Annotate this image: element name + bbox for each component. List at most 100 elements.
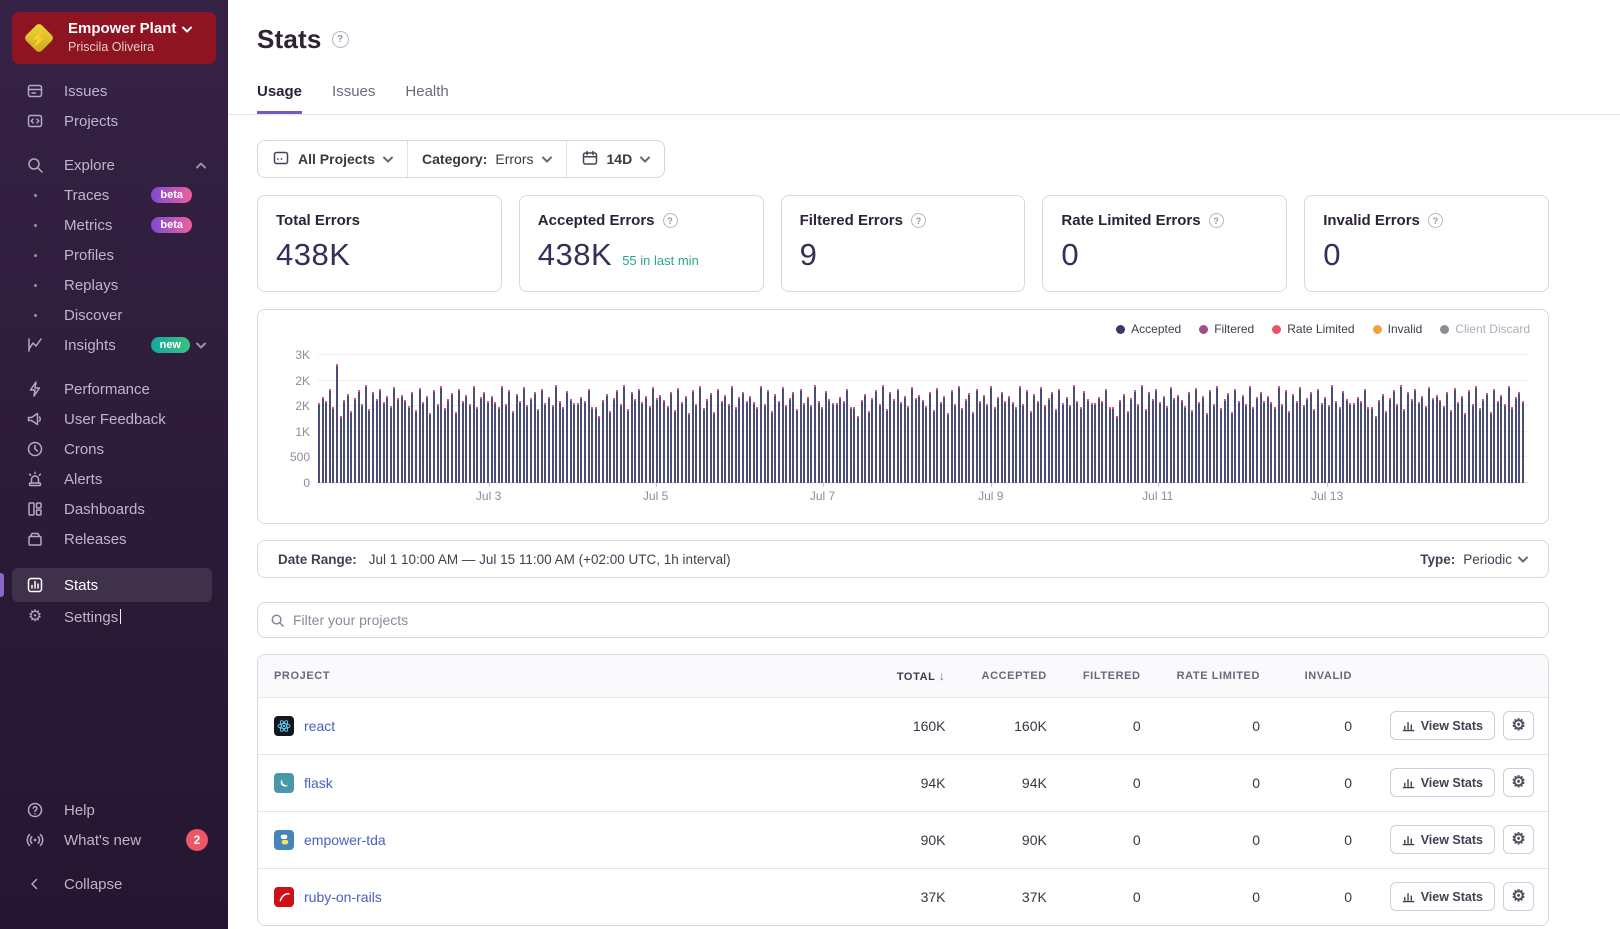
category-dropdown[interactable]: Category: Errors: [407, 141, 565, 177]
project-search-input[interactable]: [293, 612, 1536, 628]
chart-bar: [1123, 394, 1125, 483]
sidebar-item-releases[interactable]: Releases: [0, 524, 228, 554]
project-filter-dropdown[interactable]: All Projects: [258, 141, 407, 177]
column-rate-limited[interactable]: RATE LIMITED: [1159, 655, 1278, 697]
project-settings-button[interactable]: ⚙: [1503, 768, 1534, 797]
chart-plot-area[interactable]: 05001K2K2K3K: [318, 350, 1528, 483]
sidebar-item-issues[interactable]: Issues: [0, 76, 228, 106]
project-settings-button[interactable]: ⚙: [1503, 711, 1534, 740]
sidebar-item-replays[interactable]: Replays: [0, 270, 228, 300]
sidebar-item-label: Collapse: [64, 876, 122, 893]
chart-bar: [1382, 394, 1384, 483]
sidebar-item-alerts[interactable]: Alerts: [0, 464, 228, 494]
legend-rate-limited[interactable]: Rate Limited: [1272, 322, 1354, 336]
sidebar-item-dashboards[interactable]: Dashboards: [0, 494, 228, 524]
chart-bar: [498, 407, 500, 483]
cell-invalid: 0: [1278, 754, 1370, 811]
sidebar-item-profiles[interactable]: Profiles: [0, 240, 228, 270]
view-stats-button[interactable]: View Stats: [1390, 768, 1495, 797]
column-filtered[interactable]: FILTERED: [1065, 655, 1159, 697]
sidebar-item-performance[interactable]: Performance: [0, 374, 228, 404]
chart-bar: [742, 392, 744, 483]
chart-bar: [1055, 409, 1057, 483]
chart-bar: [609, 411, 611, 483]
chart-bar: [390, 406, 392, 483]
chart-bar: [868, 411, 870, 483]
project-link[interactable]: ruby-on-rails: [304, 889, 382, 905]
help-icon[interactable]: ?: [663, 213, 678, 228]
sidebar-item-metrics[interactable]: Metrics beta: [0, 210, 228, 240]
sidebar-item-whats-new[interactable]: What's new 2: [0, 825, 228, 855]
table-row: react 160K 160K 0 0 0 View Stats ⚙: [258, 697, 1548, 754]
chart-bar: [782, 387, 784, 483]
cell-filtered: 0: [1065, 811, 1159, 868]
project-settings-button[interactable]: ⚙: [1503, 882, 1534, 911]
chart-bar: [1231, 412, 1233, 483]
chart-bar: [487, 401, 489, 483]
project-link[interactable]: react: [304, 718, 335, 734]
column-project[interactable]: PROJECT: [258, 655, 859, 697]
project-link[interactable]: flask: [304, 775, 333, 791]
view-stats-button[interactable]: View Stats: [1390, 882, 1495, 911]
chart-bar: [638, 389, 640, 483]
sidebar-item-stats[interactable]: Stats: [0, 568, 228, 602]
column-accepted[interactable]: ACCEPTED: [964, 655, 1065, 697]
legend-accepted[interactable]: Accepted: [1116, 322, 1181, 336]
tab-issues[interactable]: Issues: [332, 83, 375, 114]
chart-bar: [566, 391, 568, 483]
card-title: Rate Limited Errors: [1061, 212, 1200, 229]
tab-usage[interactable]: Usage: [257, 83, 302, 114]
chart-bar: [968, 393, 970, 483]
chart-bar: [1421, 396, 1423, 484]
view-stats-button[interactable]: View Stats: [1390, 711, 1495, 740]
sidebar-item-label: Help: [64, 802, 95, 819]
legend-invalid[interactable]: Invalid: [1373, 322, 1423, 336]
chart-bar: [1152, 399, 1154, 483]
chart-bar: [1141, 385, 1143, 483]
chart-bar: [1206, 413, 1208, 483]
sidebar-item-crons[interactable]: Crons: [0, 434, 228, 464]
chart-bars: [318, 350, 1528, 483]
help-icon[interactable]: ?: [1209, 213, 1224, 228]
help-icon[interactable]: ?: [911, 213, 926, 228]
sidebar-item-user-feedback[interactable]: User Feedback: [0, 404, 228, 434]
chart-bar: [889, 392, 891, 483]
sidebar-item-projects[interactable]: Projects: [0, 106, 228, 136]
sidebar-item-explore[interactable]: Explore: [0, 150, 228, 180]
main-content: Stats ? Usage Issues Health All Projects…: [228, 0, 1620, 929]
project-settings-button[interactable]: ⚙: [1503, 825, 1534, 854]
chart-bar: [559, 401, 561, 483]
type-dropdown[interactable]: Type: Periodic: [1420, 552, 1528, 567]
sidebar-item-discover[interactable]: Discover: [0, 300, 228, 330]
sidebar-item-label: Projects: [64, 113, 118, 130]
column-invalid[interactable]: INVALID: [1278, 655, 1370, 697]
legend-filtered[interactable]: Filtered: [1199, 322, 1254, 336]
chart-bar: [429, 413, 431, 483]
column-total[interactable]: TOTAL ↓: [859, 655, 964, 697]
chart-bar: [451, 393, 453, 483]
project-link[interactable]: empower-tda: [304, 832, 386, 848]
sidebar-item-traces[interactable]: Traces beta: [0, 180, 228, 210]
org-switcher[interactable]: ⚡ Empower Plant Priscila Oliveira: [12, 12, 216, 64]
sidebar-item-settings[interactable]: ⚙ Settings: [0, 602, 228, 632]
sidebar-item-label: Dashboards: [64, 501, 145, 518]
view-stats-button[interactable]: View Stats: [1390, 825, 1495, 854]
chart-bar: [552, 405, 554, 483]
chart-bar: [419, 388, 421, 483]
y-tick-label: 1K: [274, 425, 310, 439]
sidebar-item-label: Stats: [64, 577, 98, 594]
legend-client-discard[interactable]: Client Discard: [1440, 322, 1530, 336]
chart-bar: [1148, 392, 1150, 483]
sidebar-item-help[interactable]: Help: [0, 795, 228, 825]
chart-bar: [1044, 405, 1046, 483]
sidebar-collapse-button[interactable]: Collapse: [0, 869, 228, 899]
date-period-dropdown[interactable]: 14D: [566, 141, 665, 177]
chart-bar: [1310, 392, 1312, 484]
chart-bar: [904, 396, 906, 484]
page-help-icon[interactable]: ?: [332, 31, 349, 48]
tab-health[interactable]: Health: [405, 83, 448, 114]
cell-total: 37K: [859, 868, 964, 925]
sidebar-item-insights[interactable]: Insights new: [0, 330, 228, 360]
chart-bar: [667, 406, 669, 483]
help-icon[interactable]: ?: [1428, 213, 1443, 228]
